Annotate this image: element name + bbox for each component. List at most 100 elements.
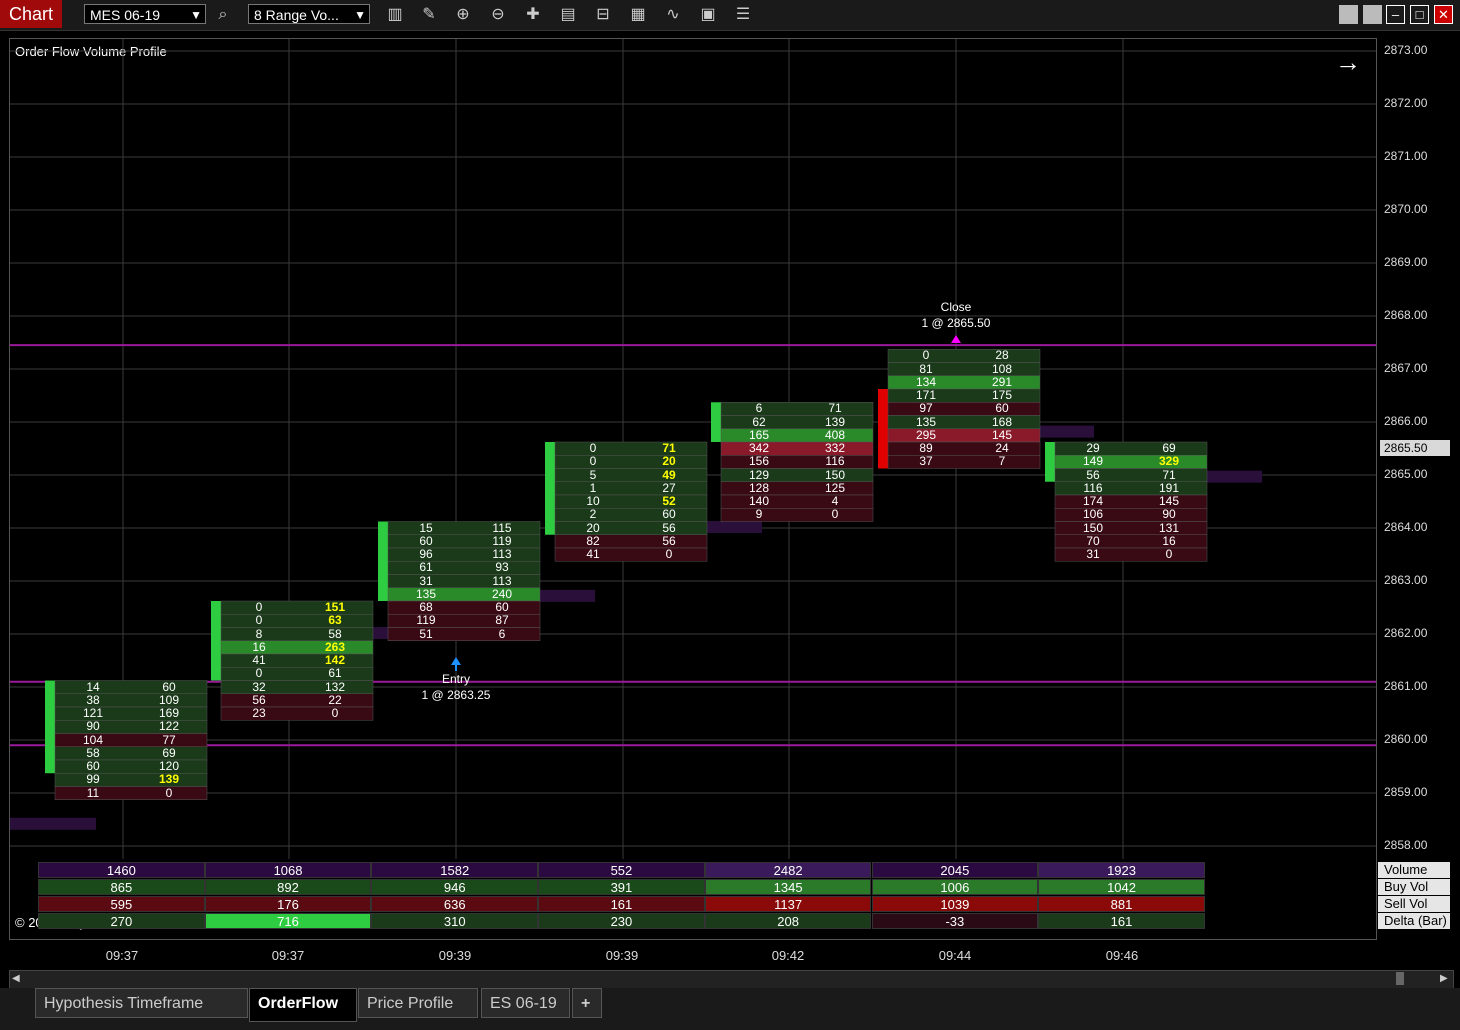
strategy-icon[interactable]: ⊟	[591, 4, 615, 26]
tab-orderflow[interactable]: OrderFlow	[249, 988, 357, 1022]
instrument-selector[interactable]: MES 06-19 ▼	[84, 4, 206, 24]
ask-volume-cell: 150	[824, 467, 846, 482]
summary-buy-cell: 865	[38, 879, 205, 895]
bid-volume-cell: 97	[919, 401, 933, 416]
minimize-button[interactable]: –	[1386, 5, 1405, 24]
ask-volume-cell: 16	[1162, 533, 1176, 548]
tile-icon-2[interactable]	[1363, 5, 1382, 24]
bid-volume-cell: 37	[919, 454, 933, 469]
summary-row-label: Delta (Bar)	[1378, 913, 1450, 929]
ask-volume-cell: 139	[158, 772, 180, 787]
summary-volume-cell: 552	[538, 862, 705, 878]
ask-volume-cell: 125	[824, 480, 846, 495]
price-tick-label: 2873.00	[1384, 43, 1428, 57]
ask-volume-cell: 60	[662, 507, 676, 522]
chart-title: Chart	[0, 0, 62, 28]
bar-type-selector[interactable]: 8 Range Vo... ▼	[248, 4, 370, 24]
search-icon[interactable]: ⌕	[211, 4, 235, 26]
bid-volume-cell: 41	[586, 547, 600, 561]
ask-volume-cell: 120	[158, 759, 180, 773]
ask-volume-cell: 263	[324, 639, 346, 654]
bid-volume-cell: 5	[589, 467, 597, 482]
summary-buy-cell: 1042	[1038, 879, 1205, 895]
bid-volume-cell: 174	[1082, 494, 1104, 508]
bid-volume-cell: 128	[748, 480, 770, 495]
bid-volume-cell: 135	[915, 414, 937, 429]
indicators-icon[interactable]: ▦	[626, 4, 650, 26]
ask-volume-cell: 69	[1162, 441, 1176, 455]
bid-volume-cell: 29	[1086, 441, 1100, 455]
bid-volume-cell: 56	[1086, 467, 1100, 482]
scroll-left-icon[interactable]: ◀	[12, 973, 20, 984]
data-box-icon[interactable]: ▤	[556, 4, 580, 26]
bid-volume-cell: 20	[586, 520, 600, 535]
bid-volume-cell: 171	[915, 388, 937, 402]
zoom-out-icon[interactable]: ⊖	[486, 4, 510, 26]
bid-volume-cell: 14	[86, 679, 100, 694]
time-tick-label: 09:46	[1105, 948, 1139, 963]
list-icon[interactable]: ☰	[731, 4, 755, 26]
bid-volume-cell: 1	[589, 480, 597, 495]
summary-delta-cell: 161	[1038, 913, 1205, 929]
ask-volume-cell: 108	[991, 361, 1013, 376]
scroll-thumb[interactable]	[1396, 972, 1404, 985]
summary-volume-cell: 1923	[1038, 862, 1205, 878]
bid-volume-cell: 62	[752, 414, 766, 429]
time-axis[interactable]: 09:37 09:37 09:39 09:39 09:42 09:44 09:46	[9, 940, 1375, 970]
price-tick-label: 2863.00	[1384, 573, 1428, 587]
crosshair-icon[interactable]: ✚	[521, 4, 545, 26]
bid-volume-cell: 38	[86, 692, 100, 707]
summary-row-label: Sell Vol	[1378, 896, 1450, 912]
summary-delta-cell: 208	[704, 913, 872, 929]
price-tick-label: 2864.00	[1384, 520, 1428, 534]
ask-volume-cell: 0	[831, 507, 839, 522]
bid-volume-cell: 140	[748, 494, 770, 508]
close-detail: 1 @ 2865.50	[921, 316, 991, 330]
bid-volume-cell: 165	[748, 427, 770, 442]
chart-panel[interactable]: Order Flow Volume Profile → © 2019 Ninja…	[9, 38, 1377, 940]
ask-volume-cell: 77	[162, 732, 176, 747]
pencil-icon[interactable]: ✎	[417, 4, 441, 26]
tab-es-06-19[interactable]: ES 06-19	[481, 988, 570, 1018]
entry-label: Entry	[441, 672, 470, 686]
ask-volume-cell: 139	[824, 414, 846, 429]
ask-volume-cell: 116	[825, 454, 845, 469]
price-tick-label: 2866.00	[1384, 414, 1428, 428]
summary-volume-cell: 1582	[371, 862, 539, 878]
tab-price-profile[interactable]: Price Profile	[358, 988, 478, 1018]
ask-volume-cell: 20	[662, 454, 676, 469]
summary-buy-cell: 1006	[871, 879, 1039, 895]
summary-volume-cell: 1068	[204, 862, 372, 878]
add-tab-button[interactable]: +	[572, 988, 602, 1018]
ask-volume-cell: 56	[662, 533, 676, 548]
bid-volume-cell: 0	[589, 441, 597, 455]
bid-volume-cell: 0	[589, 454, 597, 469]
ask-volume-cell: 169	[158, 706, 180, 720]
draw-tools-icon[interactable]: ∿	[661, 4, 685, 26]
horizontal-scrollbar[interactable]: ◀ ▶	[9, 970, 1454, 989]
bid-volume-cell: 96	[419, 547, 433, 561]
ask-volume-cell: 90	[1162, 507, 1176, 522]
ask-volume-cell: 0	[331, 706, 339, 720]
ask-volume-cell: 71	[1162, 467, 1176, 482]
ask-volume-cell: 191	[1158, 480, 1180, 495]
bars-type-icon[interactable]: ▥	[383, 4, 407, 26]
ask-volume-cell: 58	[328, 626, 342, 641]
ask-volume-cell: 0	[665, 547, 673, 561]
tab-hypothesis-timeframe[interactable]: Hypothesis Timeframe	[35, 988, 248, 1018]
bid-volume-cell: 295	[915, 427, 937, 442]
scroll-right-icon[interactable]: ▶	[1440, 973, 1448, 984]
properties-icon[interactable]: ▣	[696, 4, 720, 26]
ask-volume-cell: 240	[491, 586, 513, 601]
summary-volume-cell: 2045	[871, 862, 1039, 878]
close-button[interactable]: ✕	[1434, 5, 1453, 24]
bid-volume-cell: 15	[419, 520, 433, 535]
summary-delta-cell: 716	[204, 913, 372, 929]
time-tick-label: 09:37	[271, 948, 305, 963]
maximize-button[interactable]: □	[1410, 5, 1429, 24]
time-tick-label: 09:39	[438, 948, 472, 963]
zoom-in-icon[interactable]: ⊕	[451, 4, 475, 26]
price-axis[interactable]: 2873.00 2872.00 2871.00 2870.00 2869.00 2868.…	[1376, 38, 1458, 938]
ask-volume-cell: 93	[495, 560, 509, 575]
tile-icon[interactable]	[1339, 5, 1358, 24]
